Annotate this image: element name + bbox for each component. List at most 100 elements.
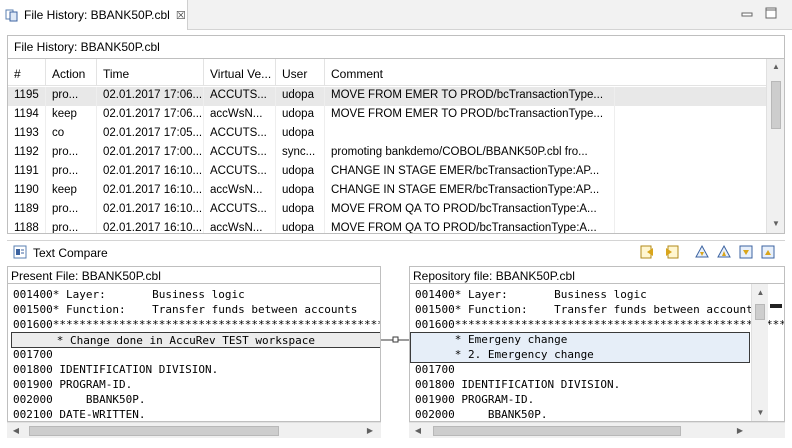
table-row[interactable]: 1190 keep 02.01.2017 16:10... accWsN... … — [8, 182, 766, 201]
cell-user: udopa — [276, 220, 325, 233]
next-change-icon[interactable] — [738, 244, 754, 260]
cell-virtual-version: ACCUTS... — [204, 163, 276, 182]
file-history-icon — [5, 9, 18, 22]
table-header: # Action Time Virtual Ve... User Comment — [8, 59, 766, 86]
compare-icon — [13, 245, 27, 259]
cell-time: 02.01.2017 17:06... — [97, 87, 204, 106]
diff-line-changed: * 2. Emergency change — [415, 348, 594, 361]
table-row[interactable]: 1192 pro... 02.01.2017 17:00... ACCUTS..… — [8, 144, 766, 163]
close-icon[interactable]: ☒ — [176, 9, 186, 22]
cell-time: 02.01.2017 16:10... — [97, 182, 204, 201]
table-row[interactable]: 1189 pro... 02.01.2017 16:10... ACCUTS..… — [8, 201, 766, 220]
right-vertical-scrollbar[interactable]: ▲ ▼ — [751, 284, 769, 421]
cell-action: pro... — [46, 87, 97, 106]
cell-virtual-version: ACCUTS... — [204, 201, 276, 220]
scroll-thumb[interactable] — [755, 304, 765, 320]
cell-virtual-version: ACCUTS... — [204, 144, 276, 163]
col-header-time[interactable]: Time — [97, 59, 204, 86]
cell-num: 1189 — [8, 201, 46, 220]
copy-right-to-left-icon[interactable] — [663, 244, 679, 260]
table-row[interactable]: 1195 pro... 02.01.2017 17:06... ACCUTS..… — [8, 87, 766, 106]
cell-action: pro... — [46, 163, 97, 182]
scroll-thumb[interactable] — [433, 426, 681, 436]
cell-comment: MOVE FROM QA TO PROD/bcTransactionType:A… — [325, 201, 615, 220]
scroll-right-arrow-icon[interactable]: ▶ — [731, 426, 749, 435]
code-line: 002000 BBANK50P. — [13, 393, 146, 406]
table-row[interactable]: 1188 pro... 02.01.2017 16:10... accWsN..… — [8, 220, 766, 233]
cell-comment: CHANGE IN STAGE EMER/bcTransactionType:A… — [325, 182, 615, 201]
table-row[interactable]: 1191 pro... 02.01.2017 16:10... ACCUTS..… — [8, 163, 766, 182]
scroll-thumb[interactable] — [29, 426, 279, 436]
col-header-user[interactable]: User — [276, 59, 325, 86]
cell-comment: MOVE FROM QA TO PROD/bcTransactionType:A… — [325, 220, 615, 233]
scroll-thumb[interactable] — [771, 81, 781, 129]
scroll-up-arrow-icon[interactable]: ▲ — [767, 62, 784, 71]
code-line: 001800 IDENTIFICATION DIVISION. — [13, 363, 219, 376]
copy-left-to-right-icon[interactable] — [640, 244, 656, 260]
present-file-title: Present File: BBANK50P.cbl — [7, 266, 381, 284]
cell-time: 02.01.2017 17:05... — [97, 125, 204, 144]
scroll-down-arrow-icon[interactable]: ▼ — [752, 408, 769, 417]
code-line: 001600**********************************… — [415, 318, 785, 331]
cell-num: 1192 — [8, 144, 46, 163]
scroll-right-arrow-icon[interactable]: ▶ — [361, 426, 379, 435]
tab-file-history[interactable]: File History: BBANK50P.cbl ☒ — [0, 0, 188, 30]
scroll-up-arrow-icon[interactable]: ▲ — [752, 288, 769, 297]
previous-change-icon[interactable] — [760, 244, 776, 260]
left-horizontal-scrollbar[interactable]: ◀ ▶ — [7, 422, 381, 438]
cell-num: 1190 — [8, 182, 46, 201]
next-difference-icon[interactable] — [694, 244, 710, 260]
code-line: 001400* Layer: Business logic — [13, 288, 245, 301]
cell-virtual-version: accWsN... — [204, 106, 276, 125]
repository-file-editor[interactable]: 001400* Layer: Business logic 001500* Fu… — [409, 284, 785, 422]
cell-user: udopa — [276, 182, 325, 201]
history-table: # Action Time Virtual Ve... User Comment… — [7, 58, 785, 234]
code-line: 002000 BBANK50P. — [415, 408, 548, 421]
diff-connector — [381, 336, 409, 343]
cell-virtual-version: ACCUTS... — [204, 125, 276, 144]
cell-user: sync... — [276, 144, 325, 163]
scroll-left-arrow-icon[interactable]: ◀ — [409, 426, 427, 435]
table-vertical-scrollbar[interactable]: ▲ ▼ — [766, 59, 784, 233]
minimize-icon[interactable] — [740, 6, 754, 20]
scroll-down-arrow-icon[interactable]: ▼ — [767, 219, 784, 228]
cell-time: 02.01.2017 17:00... — [97, 144, 204, 163]
table-row[interactable]: 1194 keep 02.01.2017 17:06... accWsN... … — [8, 106, 766, 125]
right-horizontal-scrollbar[interactable]: ◀ ▶ — [409, 422, 785, 438]
cell-comment: MOVE FROM EMER TO PROD/bcTransactionType… — [325, 87, 615, 106]
code-line: 001500* Function: Transfer funds between… — [13, 303, 358, 316]
cell-virtual-version: accWsN... — [204, 182, 276, 201]
change-marker[interactable] — [770, 304, 782, 308]
cell-comment — [325, 125, 615, 144]
cell-time: 02.01.2017 16:10... — [97, 163, 204, 182]
code-line: 001600**********************************… — [13, 318, 381, 331]
cell-action: keep — [46, 182, 97, 201]
previous-difference-icon[interactable] — [716, 244, 732, 260]
maximize-icon[interactable] — [764, 6, 778, 20]
cell-num: 1193 — [8, 125, 46, 144]
cell-num: 1191 — [8, 163, 46, 182]
present-file-editor[interactable]: 001400* Layer: Business logic 001500* Fu… — [7, 284, 381, 422]
code-line: 001400* Layer: Business logic — [415, 288, 647, 301]
col-header-action[interactable]: Action — [46, 59, 97, 86]
table-row[interactable]: 1193 co 02.01.2017 17:05... ACCUTS... ud… — [8, 125, 766, 144]
code-line: 001500* Function: Transfer funds between… — [415, 303, 760, 316]
cell-num: 1194 — [8, 106, 46, 125]
cell-virtual-version: ACCUTS... — [204, 87, 276, 106]
text-compare-header: Text Compare — [7, 240, 785, 264]
col-header-virtual-version[interactable]: Virtual Ve... — [204, 59, 276, 86]
cell-user: udopa — [276, 125, 325, 144]
cell-user: udopa — [276, 201, 325, 220]
cell-comment: promoting bankdemo/COBOL/BBANK50P.cbl fr… — [325, 144, 615, 163]
cell-virtual-version: accWsN... — [204, 220, 276, 233]
text-compare-title: Text Compare — [33, 246, 108, 260]
cell-user: udopa — [276, 106, 325, 125]
col-header-comment[interactable]: Comment — [325, 59, 766, 86]
scroll-left-arrow-icon[interactable]: ◀ — [7, 426, 25, 435]
cell-action: pro... — [46, 144, 97, 163]
code-line: 001700 — [13, 348, 53, 361]
col-header-num[interactable]: # — [8, 59, 46, 86]
cell-num: 1195 — [8, 87, 46, 106]
code-line: 001900 PROGRAM-ID. — [13, 378, 133, 391]
cell-action: co — [46, 125, 97, 144]
